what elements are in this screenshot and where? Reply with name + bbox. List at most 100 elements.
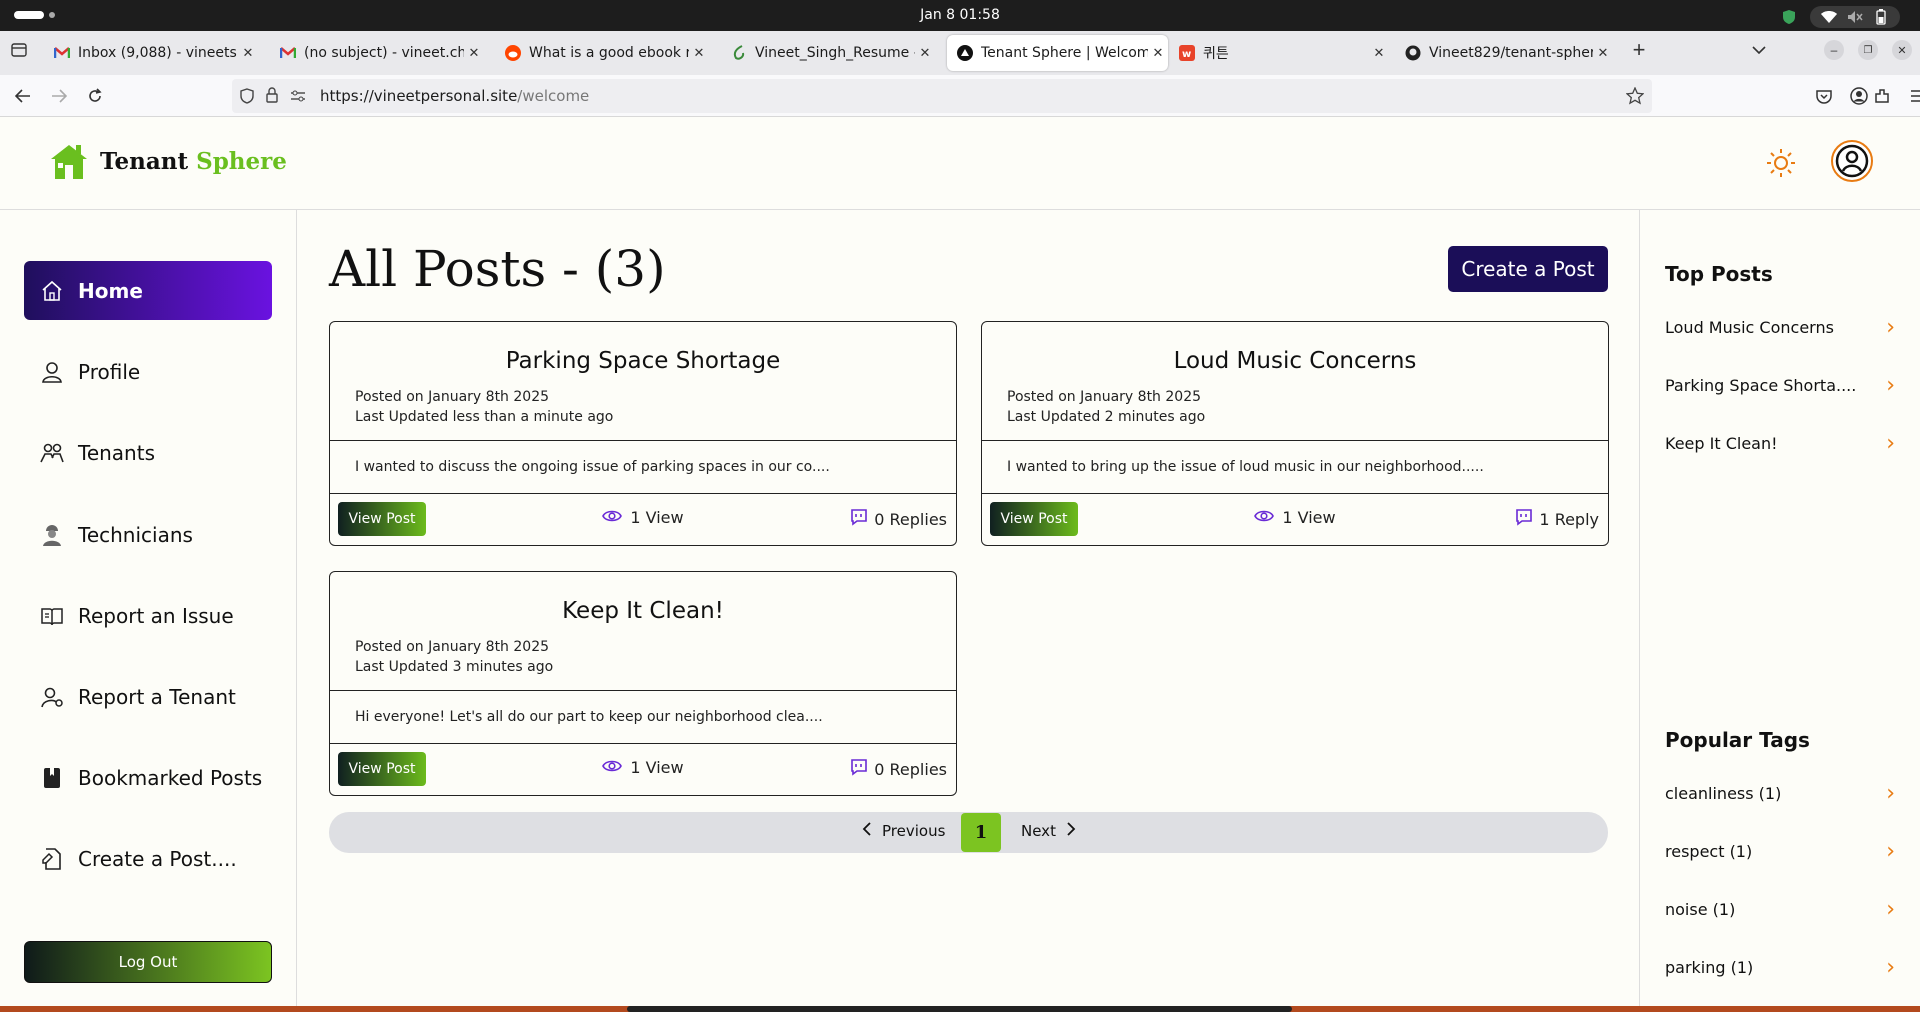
tag-item[interactable]: noise (1) › [1665,894,1895,924]
top-post-item[interactable]: Loud Music Concerns › [1665,312,1895,342]
close-icon[interactable]: ✕ [464,46,484,61]
tab-title: Tenant Sphere | Welcome [981,45,1148,61]
eye-icon [602,508,623,527]
popular-tags-heading: Popular Tags [1665,728,1810,752]
sidebar-item-bookmarked[interactable]: Bookmarked Posts [24,748,272,807]
lock-icon[interactable] [266,87,278,108]
sidebar-item-profile[interactable]: Profile [24,342,272,401]
sidebar-item-tenants[interactable]: Tenants [24,423,272,482]
sidebar-item-technicians[interactable]: Technicians [24,505,272,564]
left-sidebar: Home Profile Tenants Technicians Report … [0,210,297,1012]
sidebar-item-home[interactable]: Home [24,261,272,320]
shield-icon[interactable] [1780,8,1798,26]
restore-icon[interactable]: ❐ [1858,40,1878,60]
account-icon[interactable] [1848,85,1870,107]
tab-reddit[interactable]: What is a good ebook rea ✕ [495,35,709,71]
top-posts-heading: Top Posts [1665,262,1773,286]
top-post-item[interactable]: Parking Space Shorta.... › [1665,370,1895,400]
close-icon[interactable]: ✕ [915,46,935,61]
browser-nav-bar: https://vineetpersonal.site/welcome [0,75,1920,117]
extensions-icon[interactable] [1871,85,1893,107]
tracking-shield-icon[interactable] [240,88,254,109]
sidebar-item-report-tenant[interactable]: Report a Tenant [24,667,272,726]
pocket-icon[interactable] [1813,85,1835,107]
sidebar-item-label: Report a Tenant [78,684,236,709]
post-replies[interactable]: 0 Replies [850,758,947,780]
previous-page-button[interactable]: Previous [862,822,945,840]
horizontal-scrollbar[interactable] [627,1006,1292,1012]
post-replies[interactable]: 1 Reply [1515,508,1599,530]
sidebar-item-create-post[interactable]: Create a Post.... [24,829,272,888]
minimize-icon[interactable]: – [1824,40,1844,60]
post-replies[interactable]: 0 Replies [850,508,947,530]
app-logo[interactable]: Tenant Sphere [48,141,287,181]
tab-title: (no subject) - vineet.charl [304,45,464,61]
chevron-right-icon: › [1886,314,1895,340]
tab-gmail-draft[interactable]: (no subject) - vineet.charl ✕ [270,35,484,71]
url-text[interactable]: https://vineetpersonal.site/welcome [320,87,589,105]
post-title[interactable]: Parking Space Shortage [330,348,956,374]
post-title[interactable]: Keep It Clean! [330,598,956,624]
close-window-icon[interactable]: ✕ [1892,40,1912,60]
bookmark-book-icon [40,766,64,790]
tab-tenant-sphere[interactable]: Tenant Sphere | Welcome ✕ [947,35,1168,71]
post-date: Posted on January 8th 2025 [355,389,550,405]
svg-text:w: w [1182,49,1191,60]
battery-icon[interactable] [1872,8,1890,26]
tag-item[interactable]: parking (1) › [1665,952,1895,982]
tab-list-icon[interactable] [8,39,30,61]
right-sidebar: Top Posts Loud Music Concerns › Parking S… [1639,210,1920,1012]
close-icon[interactable]: ✕ [1369,46,1389,61]
forward-arrow-icon[interactable] [48,85,70,107]
chevron-right-icon: › [1886,896,1895,922]
tab-overleaf[interactable]: Vineet_Singh_Resume - C ✕ [721,35,935,71]
tab-gmail-inbox[interactable]: Inbox (9,088) - vineetsingh ✕ [44,35,258,71]
replies-count: 0 Replies [874,759,947,779]
post-card: Loud Music Concerns Posted on January 8t… [981,321,1609,546]
theme-toggle-sun-icon[interactable] [1765,147,1797,179]
os-clock[interactable]: Jan 8 01:58 [0,7,1920,23]
replies-count: 1 Reply [1539,509,1599,529]
next-page-button[interactable]: Next [1021,822,1076,840]
close-icon[interactable]: ✕ [238,46,258,61]
sidebar-item-label: Report an Issue [78,603,234,628]
gmail-icon [280,45,296,61]
page-number-button[interactable]: 1 [961,813,1001,852]
sidebar-item-report-issue[interactable]: Report an Issue [24,586,272,645]
logout-button[interactable]: Log Out [24,941,272,983]
pagination: Previous 1 Next [329,812,1608,853]
close-icon[interactable]: ✕ [689,46,709,61]
tag-item[interactable]: respect (1) › [1665,836,1895,866]
system-tray[interactable] [1780,6,1900,28]
volume-muted-icon[interactable] [1846,8,1864,26]
next-label: Next [1021,822,1056,840]
post-title[interactable]: Loud Music Concerns [982,348,1608,374]
eye-icon [1254,508,1275,527]
tab-github[interactable]: Vineet829/tenant-sphere ✕ [1395,35,1613,71]
tab-overflow-chevron-icon[interactable] [1748,39,1770,61]
back-arrow-icon[interactable] [12,85,34,107]
user-avatar-icon[interactable] [1831,140,1873,182]
close-icon[interactable]: ✕ [1593,46,1613,61]
tag-item[interactable]: cleanliness (1) › [1665,778,1895,808]
reload-icon[interactable] [84,85,106,107]
create-post-button[interactable]: Create a Post [1448,246,1608,292]
window-bottom-edge [0,1006,1920,1012]
bookmark-star-icon[interactable] [1625,86,1645,110]
tag-label: respect (1) [1665,841,1753,861]
menu-hamburger-icon[interactable] [1906,85,1920,107]
tab-w[interactable]: w 퀴튼 ✕ [1169,35,1389,71]
close-icon[interactable]: ✕ [1148,46,1168,61]
post-views: 1 View [982,508,1608,527]
logo-word-sphere: Sphere [196,147,287,175]
sidebar-item-label: Technicians [78,522,193,547]
wifi-icon[interactable] [1820,8,1838,26]
house-logo-icon [51,145,87,179]
permissions-icon[interactable] [290,89,306,108]
new-tab-plus-icon[interactable]: + [1628,37,1650,62]
reply-bubble-icon [850,758,868,780]
top-post-item[interactable]: Keep It Clean! › [1665,428,1895,458]
chevron-right-icon: › [1886,430,1895,456]
tab-title: What is a good ebook rea [529,45,689,61]
url-bar[interactable]: https://vineetpersonal.site/welcome [232,79,1652,113]
